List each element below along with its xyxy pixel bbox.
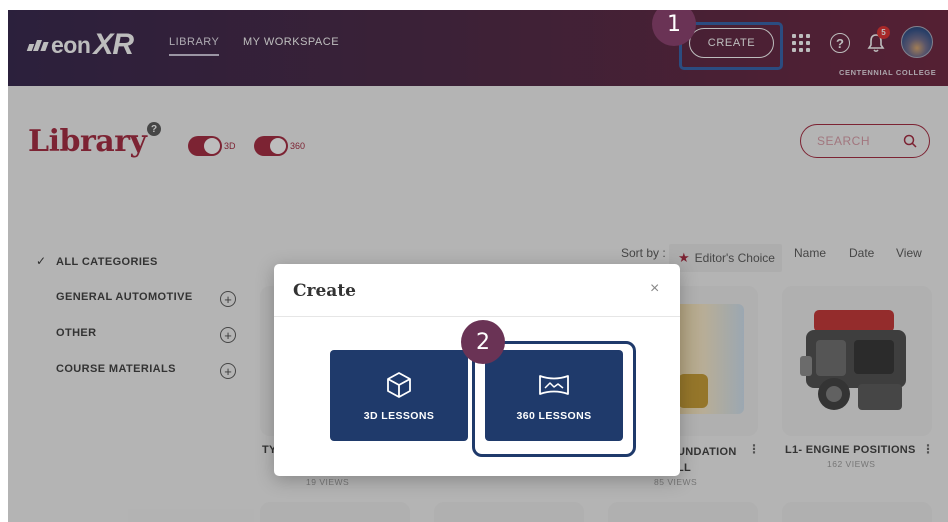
modal-title: Create	[293, 281, 356, 301]
cube-icon	[387, 371, 411, 398]
create-modal: Create × 3D LESSONS 360 LESSONS 2	[274, 264, 680, 476]
360-lessons-label: 360 LESSONS	[516, 409, 592, 422]
3d-lessons-label: 3D LESSONS	[363, 409, 435, 422]
app-frame: eon XR LIBRARY MY WORKSPACE CREATE ? 5 C…	[8, 10, 948, 522]
3d-lessons-button[interactable]: 3D LESSONS	[330, 350, 468, 441]
step-marker-2: 2	[461, 320, 505, 364]
modal-divider	[274, 316, 680, 317]
close-icon[interactable]: ×	[650, 280, 659, 298]
panorama-360-icon	[539, 374, 569, 395]
360-lessons-button[interactable]: 360 LESSONS	[485, 350, 623, 441]
